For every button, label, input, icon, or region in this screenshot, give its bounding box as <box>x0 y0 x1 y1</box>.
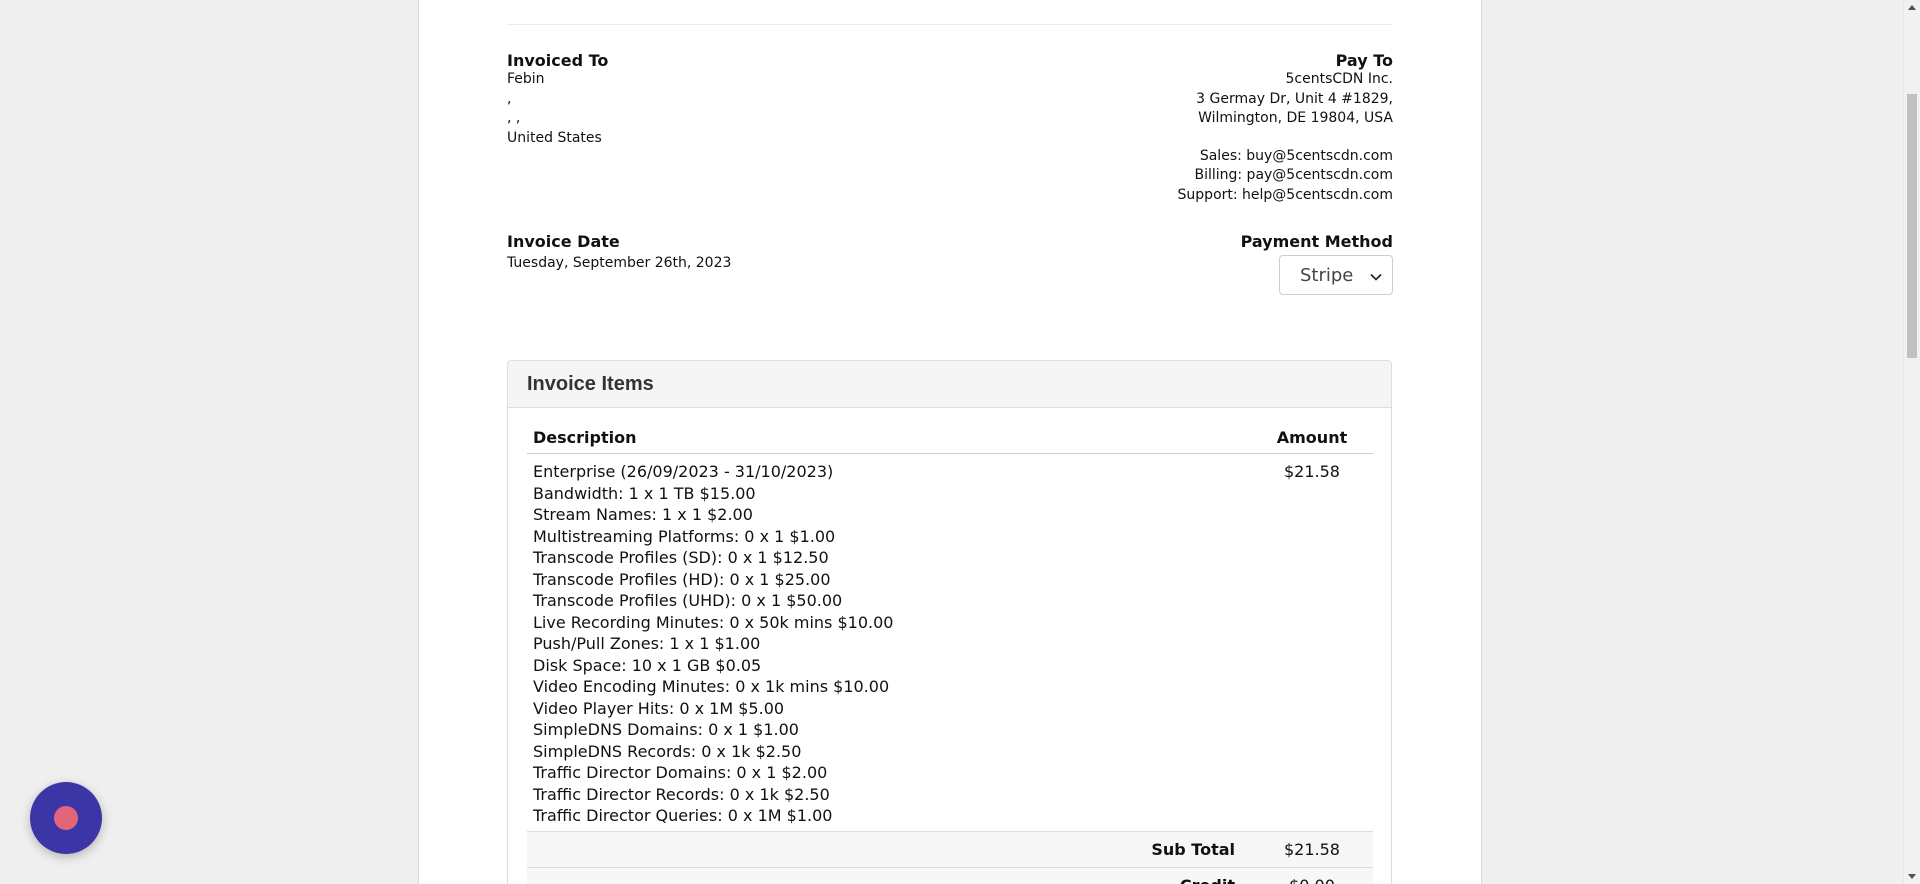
item-description-line: Video Encoding Minutes: 0 x 1k mins $10.… <box>533 677 890 696</box>
item-description-line: Transcode Profiles (UHD): 0 x 1 $50.00 <box>533 591 843 610</box>
billing-email: Billing: pay@5centscdn.com <box>1194 167 1393 183</box>
credit-label: Credit <box>527 876 1251 884</box>
item-description: Enterprise (26/09/2023 - 31/10/2023) Band… <box>527 461 1251 827</box>
pay-to-company: 5centsCDN Inc. <box>1285 71 1393 87</box>
item-description-line: SimpleDNS Domains: 0 x 1 $1.00 <box>533 720 799 739</box>
payment-method-selected: Stripe <box>1300 264 1354 286</box>
chat-bubble-icon <box>54 806 78 830</box>
invoiced-to-name: Febin <box>507 71 545 87</box>
item-description-line: Enterprise (26/09/2023 - 31/10/2023) <box>533 462 834 481</box>
scrollbar-thumb[interactable] <box>1907 94 1917 358</box>
table-row: Enterprise (26/09/2023 - 31/10/2023) Band… <box>527 454 1373 831</box>
item-description-line: Transcode Profiles (SD): 0 x 1 $12.50 <box>533 548 829 567</box>
invoice-items-title: Invoice Items <box>508 361 1391 408</box>
item-description-line: Push/Pull Zones: 1 x 1 $1.00 <box>533 634 761 653</box>
subtotal-value: $21.58 <box>1284 839 1340 859</box>
invoiced-to-address-line: , , <box>507 110 521 126</box>
invoice-date-label: Invoice Date <box>507 232 620 251</box>
credit-row: Credit $0.00 <box>527 866 1373 884</box>
item-description-line: Bandwidth: 1 x 1 TB $15.00 <box>533 483 756 503</box>
description-header: Description <box>533 427 637 447</box>
item-description-line: Traffic Director Queries: 0 x 1M $1.00 <box>533 806 833 825</box>
payment-method-select[interactable]: Stripe <box>1279 255 1393 295</box>
invoiced-to-country: United States <box>507 129 602 146</box>
item-description-line: Live Recording Minutes: 0 x 50k mins $10… <box>533 612 894 632</box>
support-email: Support: help@5centscdn.com <box>1177 186 1393 203</box>
pay-to-address-line: 3 Germay Dr, Unit 4 #1829, <box>1196 90 1393 107</box>
invoiced-to-section: Invoiced To Febin , , , United States <box>507 51 907 148</box>
pay-to-address-line: Wilmington, DE 19804, USA <box>1198 110 1393 126</box>
item-description-line: Traffic Director Records: 0 x 1k $2.50 <box>533 784 830 804</box>
subtotal-label: Sub Total <box>1151 839 1235 859</box>
invoice-items-table: Description Amount Enterprise (26/09/202… <box>527 421 1373 884</box>
invoice-date-value: Tuesday, September 26th, 2023 <box>507 255 732 271</box>
item-description-line: Disk Space: 10 x 1 GB $0.05 <box>533 655 762 675</box>
table-header: Description Amount <box>527 421 1373 454</box>
sales-email: Sales: buy@5centscdn.com <box>1199 147 1393 164</box>
invoice-page: Invoiced To Febin , , , United States Pa… <box>418 0 1482 884</box>
item-description-line: Transcode Profiles (HD): 0 x 1 $25.00 <box>533 569 831 589</box>
invoice-date-section: Invoice Date Tuesday, September 26th, 20… <box>507 232 731 274</box>
invoiced-to-label: Invoiced To <box>507 51 609 70</box>
item-description-line: SimpleDNS Records: 0 x 1k $2.50 <box>533 741 802 761</box>
item-description-line: Traffic Director Domains: 0 x 1 $2.00 <box>533 763 828 782</box>
credit-value: $0.00 <box>1251 876 1373 884</box>
divider <box>507 24 1392 25</box>
scroll-up-icon[interactable] <box>1908 5 1916 10</box>
invoiced-to-address-line: , <box>507 90 512 107</box>
invoice-items-panel: Invoice Items Description Amount Enterpr… <box>507 360 1392 884</box>
item-description-line: Multistreaming Platforms: 0 x 1 $1.00 <box>533 526 836 546</box>
payment-method-section: Payment Method Stripe <box>1241 232 1393 295</box>
amount-header: Amount <box>1276 427 1348 447</box>
payment-method-label: Payment Method <box>1240 232 1393 251</box>
pay-to-label: Pay To <box>1335 51 1393 70</box>
page-scrollbar[interactable] <box>1903 0 1920 884</box>
subtotal-row: Sub Total $21.58 <box>527 830 1373 867</box>
item-description-line: Stream Names: 1 x 1 $2.00 <box>533 505 753 524</box>
item-description-line: Video Player Hits: 0 x 1M $5.00 <box>533 698 785 718</box>
pay-to-section: Pay To 5centsCDN Inc. 3 Germay Dr, Unit … <box>973 51 1393 205</box>
chat-widget-button[interactable] <box>30 782 102 854</box>
scroll-down-icon[interactable] <box>1908 874 1916 879</box>
chevron-down-icon <box>1370 265 1382 286</box>
item-amount: $21.58 <box>1284 462 1340 481</box>
